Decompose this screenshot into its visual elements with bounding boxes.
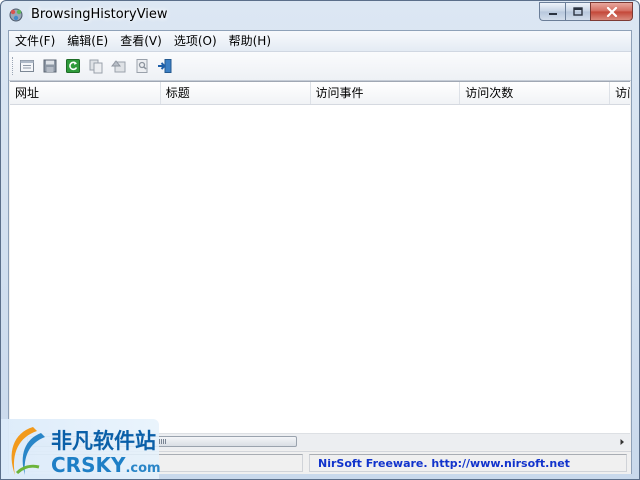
app-window: BrowsingHistoryView 文件(F) 编辑(E) 查看(V) 选项… (0, 0, 640, 480)
caption-buttons (539, 2, 633, 21)
maximize-icon (573, 7, 583, 16)
column-header-url[interactable]: 网址 (10, 82, 161, 104)
watermark-en-text: CRSKY.com (51, 453, 161, 477)
column-header-visit-count[interactable]: 访问次数 (460, 82, 611, 104)
watermark-domain: .com (125, 461, 161, 476)
toolbar (9, 52, 631, 81)
window-title: BrowsingHistoryView (31, 7, 168, 22)
refresh-icon (66, 59, 80, 73)
column-header-visited-from[interactable]: 访问 (610, 82, 630, 104)
html-report-icon (111, 60, 126, 73)
copy-icon (89, 59, 103, 74)
list-body[interactable] (10, 105, 630, 434)
menu-edit[interactable]: 编辑(E) (61, 32, 114, 50)
menu-options[interactable]: 选项(O) (168, 32, 223, 50)
history-list-view[interactable]: 网址 标题 访问事件 访问次数 访问 (10, 81, 630, 450)
menu-bar: 文件(F) 编辑(E) 查看(V) 选项(O) 帮助(H) (9, 31, 631, 52)
menu-file[interactable]: 文件(F) (9, 32, 61, 50)
find-icon (136, 59, 148, 73)
copy-button[interactable] (86, 56, 106, 76)
close-button[interactable] (590, 2, 633, 21)
site-watermark: 非凡软件站 CRSKY.com (1, 419, 161, 479)
column-header-visit-time[interactable]: 访问事件 (311, 82, 461, 104)
toolbar-grip[interactable] (12, 57, 15, 75)
find-button[interactable] (132, 56, 152, 76)
minimize-icon (548, 12, 557, 15)
client-area: 文件(F) 编辑(E) 查看(V) 选项(O) 帮助(H) 网址 标题 访问事件… (8, 30, 632, 474)
watermark-cn-text: 非凡软件站 (51, 429, 156, 453)
menu-help[interactable]: 帮助(H) (223, 32, 277, 50)
watermark-brand: CRSKY (51, 453, 126, 477)
exit-button[interactable] (155, 56, 175, 76)
nirsoft-link[interactable]: NirSoft Freeware. http://www.nirsoft.net (309, 454, 627, 472)
scroll-grip-icon (159, 439, 167, 444)
close-icon (606, 6, 617, 17)
app-icon[interactable] (8, 7, 24, 23)
save-button[interactable] (40, 56, 60, 76)
watermark-swoosh-icon (11, 427, 45, 475)
exit-icon (158, 59, 172, 73)
column-header-title[interactable]: 标题 (161, 82, 311, 104)
maximize-button[interactable] (565, 2, 590, 21)
save-icon (43, 59, 57, 73)
properties-icon (20, 60, 34, 72)
title-bar[interactable]: BrowsingHistoryView (1, 1, 639, 29)
html-report-button[interactable] (109, 56, 129, 76)
menu-view[interactable]: 查看(V) (114, 32, 168, 50)
arrow-right-icon (620, 439, 624, 445)
list-header: 网址 标题 访问事件 访问次数 访问 (10, 82, 630, 105)
properties-button[interactable] (17, 56, 37, 76)
scroll-right-button[interactable] (614, 434, 630, 450)
refresh-button[interactable] (63, 56, 83, 76)
minimize-button[interactable] (539, 2, 565, 21)
